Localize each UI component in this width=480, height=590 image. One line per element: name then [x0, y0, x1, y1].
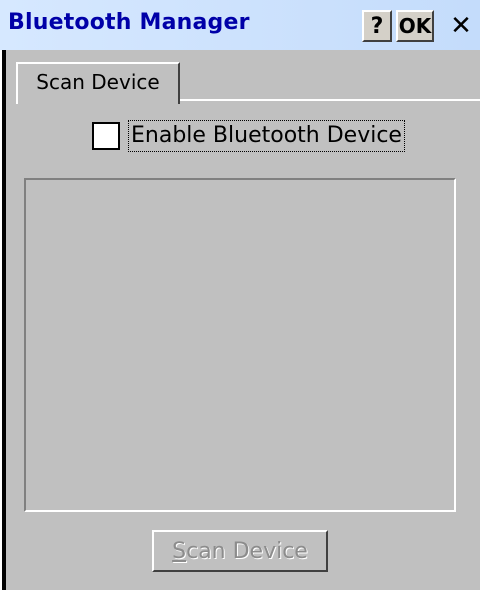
- tab-strip-divider: [180, 99, 480, 101]
- close-icon[interactable]: ✕: [446, 10, 476, 42]
- help-button[interactable]: ?: [362, 10, 392, 42]
- scan-button-accelerator: S: [172, 538, 187, 564]
- scan-button-label: can Device: [186, 538, 308, 564]
- title-bar: Bluetooth Manager ? OK ✕: [0, 0, 480, 50]
- window-title: Bluetooth Manager: [8, 10, 250, 35]
- enable-bluetooth-checkbox[interactable]: [92, 122, 120, 150]
- enable-bluetooth-label[interactable]: Enable Bluetooth Device: [128, 120, 405, 152]
- scan-device-button[interactable]: Scan Device: [152, 530, 328, 572]
- device-list[interactable]: [24, 178, 456, 512]
- tab-scan-device[interactable]: Scan Device: [16, 62, 180, 104]
- tab-strip: Scan Device: [6, 50, 480, 104]
- bluetooth-manager-window: Bluetooth Manager ? OK ✕ Scan Device Ena…: [0, 0, 480, 590]
- ok-button[interactable]: OK: [396, 10, 434, 42]
